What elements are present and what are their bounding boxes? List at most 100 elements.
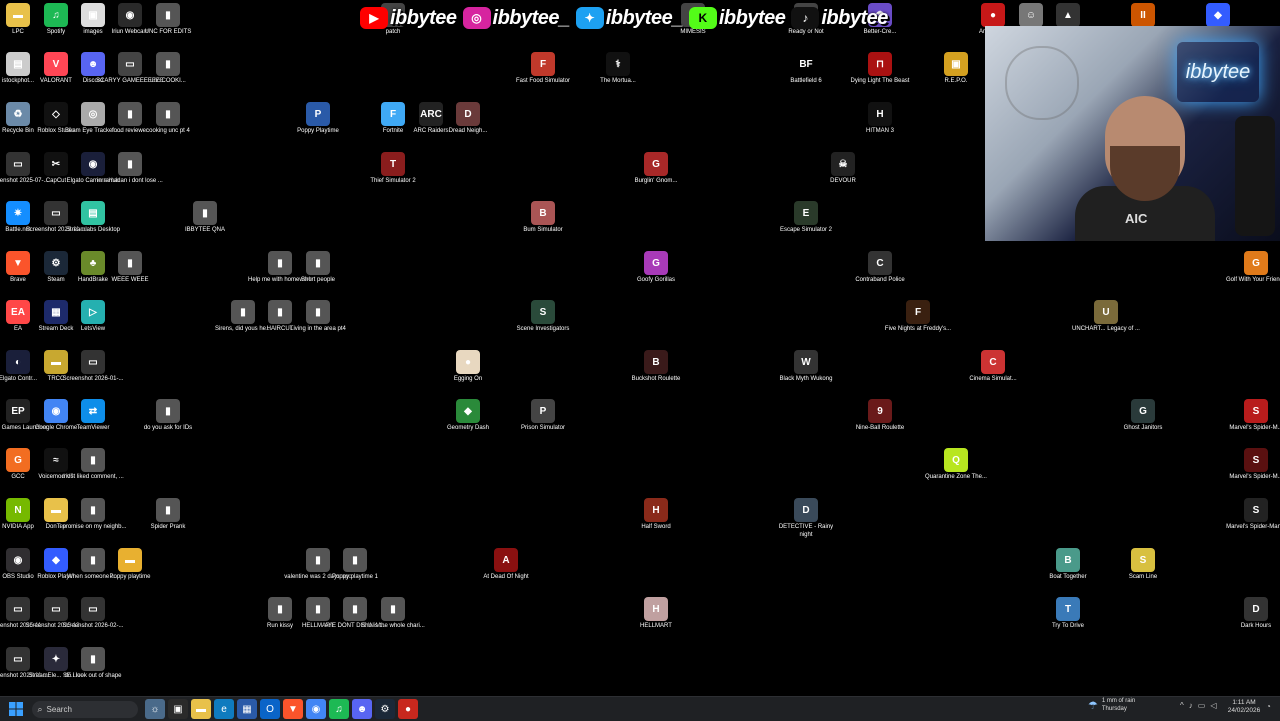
- desktop-icon-image: ▮: [381, 597, 405, 621]
- desktop-icon[interactable]: ▮ Poppy playtime 1: [320, 548, 390, 582]
- desktop-icon[interactable]: ▮ UNC FOR EDITS: [133, 3, 203, 37]
- recording-app-icon[interactable]: ●: [398, 699, 418, 719]
- desktop-icon[interactable]: ▮ do i look out of shape: [58, 647, 128, 681]
- desktop-icon[interactable]: ▷ LetsView: [58, 300, 128, 334]
- desktop-icon-label: Poppy playtime: [109, 574, 151, 580]
- desktop-icon-image: T: [1056, 597, 1080, 621]
- volume-icon[interactable]: ◁: [1210, 701, 1216, 710]
- desktop-icon-image: ◆: [456, 399, 480, 423]
- desktop-icon[interactable]: ▮ Living in the area pt4: [283, 300, 353, 334]
- desktop-icon[interactable]: F Fast Food Simulator: [508, 52, 578, 86]
- desktop-icon[interactable]: P Poppy Playtime: [283, 102, 353, 136]
- desktop-icon[interactable]: ▮ in ramadan i dont lose ...: [95, 152, 165, 186]
- desktop-icon-image: D: [1244, 597, 1268, 621]
- desktop-icon-label: Geometry Dash: [446, 425, 489, 431]
- desktop-icon[interactable]: BF Battlefield 6: [771, 52, 841, 86]
- start-button[interactable]: [6, 699, 26, 719]
- desktop-icon[interactable]: ▮ IBBYTEE QNA: [170, 201, 240, 235]
- clock[interactable]: 1:11 AM 24/02/2026: [1226, 699, 1262, 715]
- outlook-icon[interactable]: O: [260, 699, 280, 719]
- desktop-icon[interactable]: G Goofy Gorillas: [621, 251, 691, 285]
- desktop-icon-label: Marvel's Spider-M...: [1229, 474, 1280, 480]
- desktop-icon[interactable]: S Scam Line: [1108, 548, 1178, 582]
- desktop-icon[interactable]: ⚕ The Mortua...: [583, 52, 653, 86]
- desktop-icon-image: ▮: [306, 251, 330, 275]
- taskbar-search[interactable]: ⌕ Search: [31, 700, 138, 718]
- task-view-icon[interactable]: ▣: [168, 699, 188, 719]
- desktop-icon[interactable]: ▮ i promise on my neighb...: [58, 498, 128, 532]
- instagram-icon: ◎: [462, 7, 491, 29]
- desktop-icon[interactable]: B Boat Together: [1033, 548, 1103, 582]
- desktop-icon[interactable]: 9 Nine-Ball Roulette: [845, 399, 915, 433]
- brave-icon[interactable]: ▼: [283, 699, 303, 719]
- desktop-icon[interactable]: G Burglin' Gnom...: [621, 152, 691, 186]
- desktop-icon[interactable]: ◆ Geometry Dash: [433, 399, 503, 433]
- desktop-icon[interactable]: ▭ Screenshot 2026-02-...: [58, 597, 128, 631]
- desktop-icon[interactable]: S Scene Investigators: [508, 300, 578, 334]
- desktop-icon[interactable]: D DETECTIVE - Rainy night: [771, 498, 841, 539]
- desktop-icon[interactable]: ▮ WEEE WEEE: [95, 251, 165, 285]
- desktop-icon-label: most liked comment, ...: [62, 474, 124, 480]
- desktop-icon[interactable]: ▬ Poppy playtime: [95, 548, 165, 582]
- desktop-icon[interactable]: G Ghost Janitors: [1108, 399, 1178, 433]
- spotify-icon[interactable]: ♫: [329, 699, 349, 719]
- desktop-icon[interactable]: F Five Nights at Freddy's...: [883, 300, 953, 334]
- desktop-icon[interactable]: ▣ R.E.P.O.: [921, 52, 991, 86]
- discord-icon[interactable]: ☻: [352, 699, 372, 719]
- desktop-icon[interactable]: ▮ Spider Prank: [133, 498, 203, 532]
- desktop-icon[interactable]: C Contraband Police: [845, 251, 915, 285]
- desktop-icon[interactable]: ▮ Shu is the whole chari...: [358, 597, 428, 631]
- desktop-icon[interactable]: Q Quarantine Zone The...: [921, 448, 991, 482]
- desktop-icon-image: ▤: [81, 201, 105, 225]
- desktop-icon-image: S: [1244, 448, 1268, 472]
- desktop-icon-image: ☠: [831, 152, 855, 176]
- desktop-icon[interactable]: ⇄ TeamViewer: [58, 399, 128, 433]
- desktop-icon[interactable]: S Marvel's Spider-M...: [1221, 448, 1280, 482]
- desktop-icon[interactable]: U UNCHART... Legacy of ...: [1071, 300, 1141, 334]
- social-banner: ▶ ibbytee ◎ ibbytee_ ✦ ibbytee_ Kibbytee ♪ ibbyt…: [360, 3, 888, 33]
- mic-icon[interactable]: ♪: [1189, 701, 1193, 710]
- desktop-icon[interactable]: ☠ DEVOUR: [808, 152, 878, 186]
- desktop-icon[interactable]: H Half Sword: [621, 498, 691, 532]
- desktop-icon[interactable]: C Cinema Simulat...: [958, 350, 1028, 384]
- weather-widget[interactable]: ☂ 1 mm of rain Thursday: [1088, 698, 1135, 713]
- notification-bell-icon[interactable]: ◔: [1266, 702, 1271, 711]
- desktop-icon-label: Cinema Simulat...: [969, 376, 1017, 382]
- desktop-icon[interactable]: W Black Myth Wukong: [771, 350, 841, 384]
- desktop-icon[interactable]: A At Dead Of Night: [471, 548, 541, 582]
- store-icon[interactable]: ▦: [237, 699, 257, 719]
- desktop-icon[interactable]: B Bum Simulator: [508, 201, 578, 235]
- desktop-icon[interactable]: P Prison Simulator: [508, 399, 578, 433]
- desktop-icon[interactable]: B Buckshot Roulette: [621, 350, 691, 384]
- desktop-icon[interactable]: T Try To Drive: [1033, 597, 1103, 631]
- network-icon[interactable]: ▭: [1198, 701, 1206, 710]
- desktop-icon-label: Battlefield 6: [790, 78, 822, 84]
- desktop-icon[interactable]: ▭ Screenshot 2026-01-...: [58, 350, 128, 384]
- desktop-icon[interactable]: ▮ Short people: [283, 251, 353, 285]
- desktop-icon[interactable]: H HITMAN 3: [845, 102, 915, 136]
- edge-icon[interactable]: e: [214, 699, 234, 719]
- desktop-icon[interactable]: ▤ Streamlabs Desktop: [58, 201, 128, 235]
- desktop-icon[interactable]: T Thief Simulator 2: [358, 152, 428, 186]
- desktop-icon-image: S: [531, 300, 555, 324]
- desktop-icon[interactable]: ▮ most liked comment, ...: [58, 448, 128, 482]
- desktop-icon[interactable]: S Marvel's Spider-Man 2: [1221, 498, 1280, 532]
- desktop-icon[interactable]: S Marvel's Spider-M...: [1221, 399, 1280, 433]
- desktop-icon-label: Contraband Police: [855, 277, 905, 283]
- desktop-icon[interactable]: ⊓ Dying Light The Beast: [845, 52, 915, 86]
- desktop-icon[interactable]: ● Egging On: [433, 350, 503, 384]
- desktop-icon[interactable]: G Golf With Your Friends: [1221, 251, 1280, 285]
- desktop-icon[interactable]: E Escape Simulator 2: [771, 201, 841, 235]
- desktop-icon[interactable]: ▮ unc COOKI...: [133, 52, 203, 86]
- widgets-icon[interactable]: ☼: [145, 699, 165, 719]
- steam-icon[interactable]: ⚙: [375, 699, 395, 719]
- desktop-icon[interactable]: D Dark Hours: [1221, 597, 1280, 631]
- chevron-up-icon[interactable]: ^: [1180, 701, 1184, 710]
- desktop-icon[interactable]: ▮ do you ask for IDs: [133, 399, 203, 433]
- desktop-icon[interactable]: H HELLMART: [621, 597, 691, 631]
- file-explorer-icon[interactable]: ▬: [191, 699, 211, 719]
- desktop-icon-label: Boat Together: [1049, 574, 1087, 580]
- desktop-icon[interactable]: ▮ cooking unc pt 4: [133, 102, 203, 136]
- chrome-icon[interactable]: ◉: [306, 699, 326, 719]
- desktop-icon[interactable]: D Dread Neigh...: [433, 102, 503, 136]
